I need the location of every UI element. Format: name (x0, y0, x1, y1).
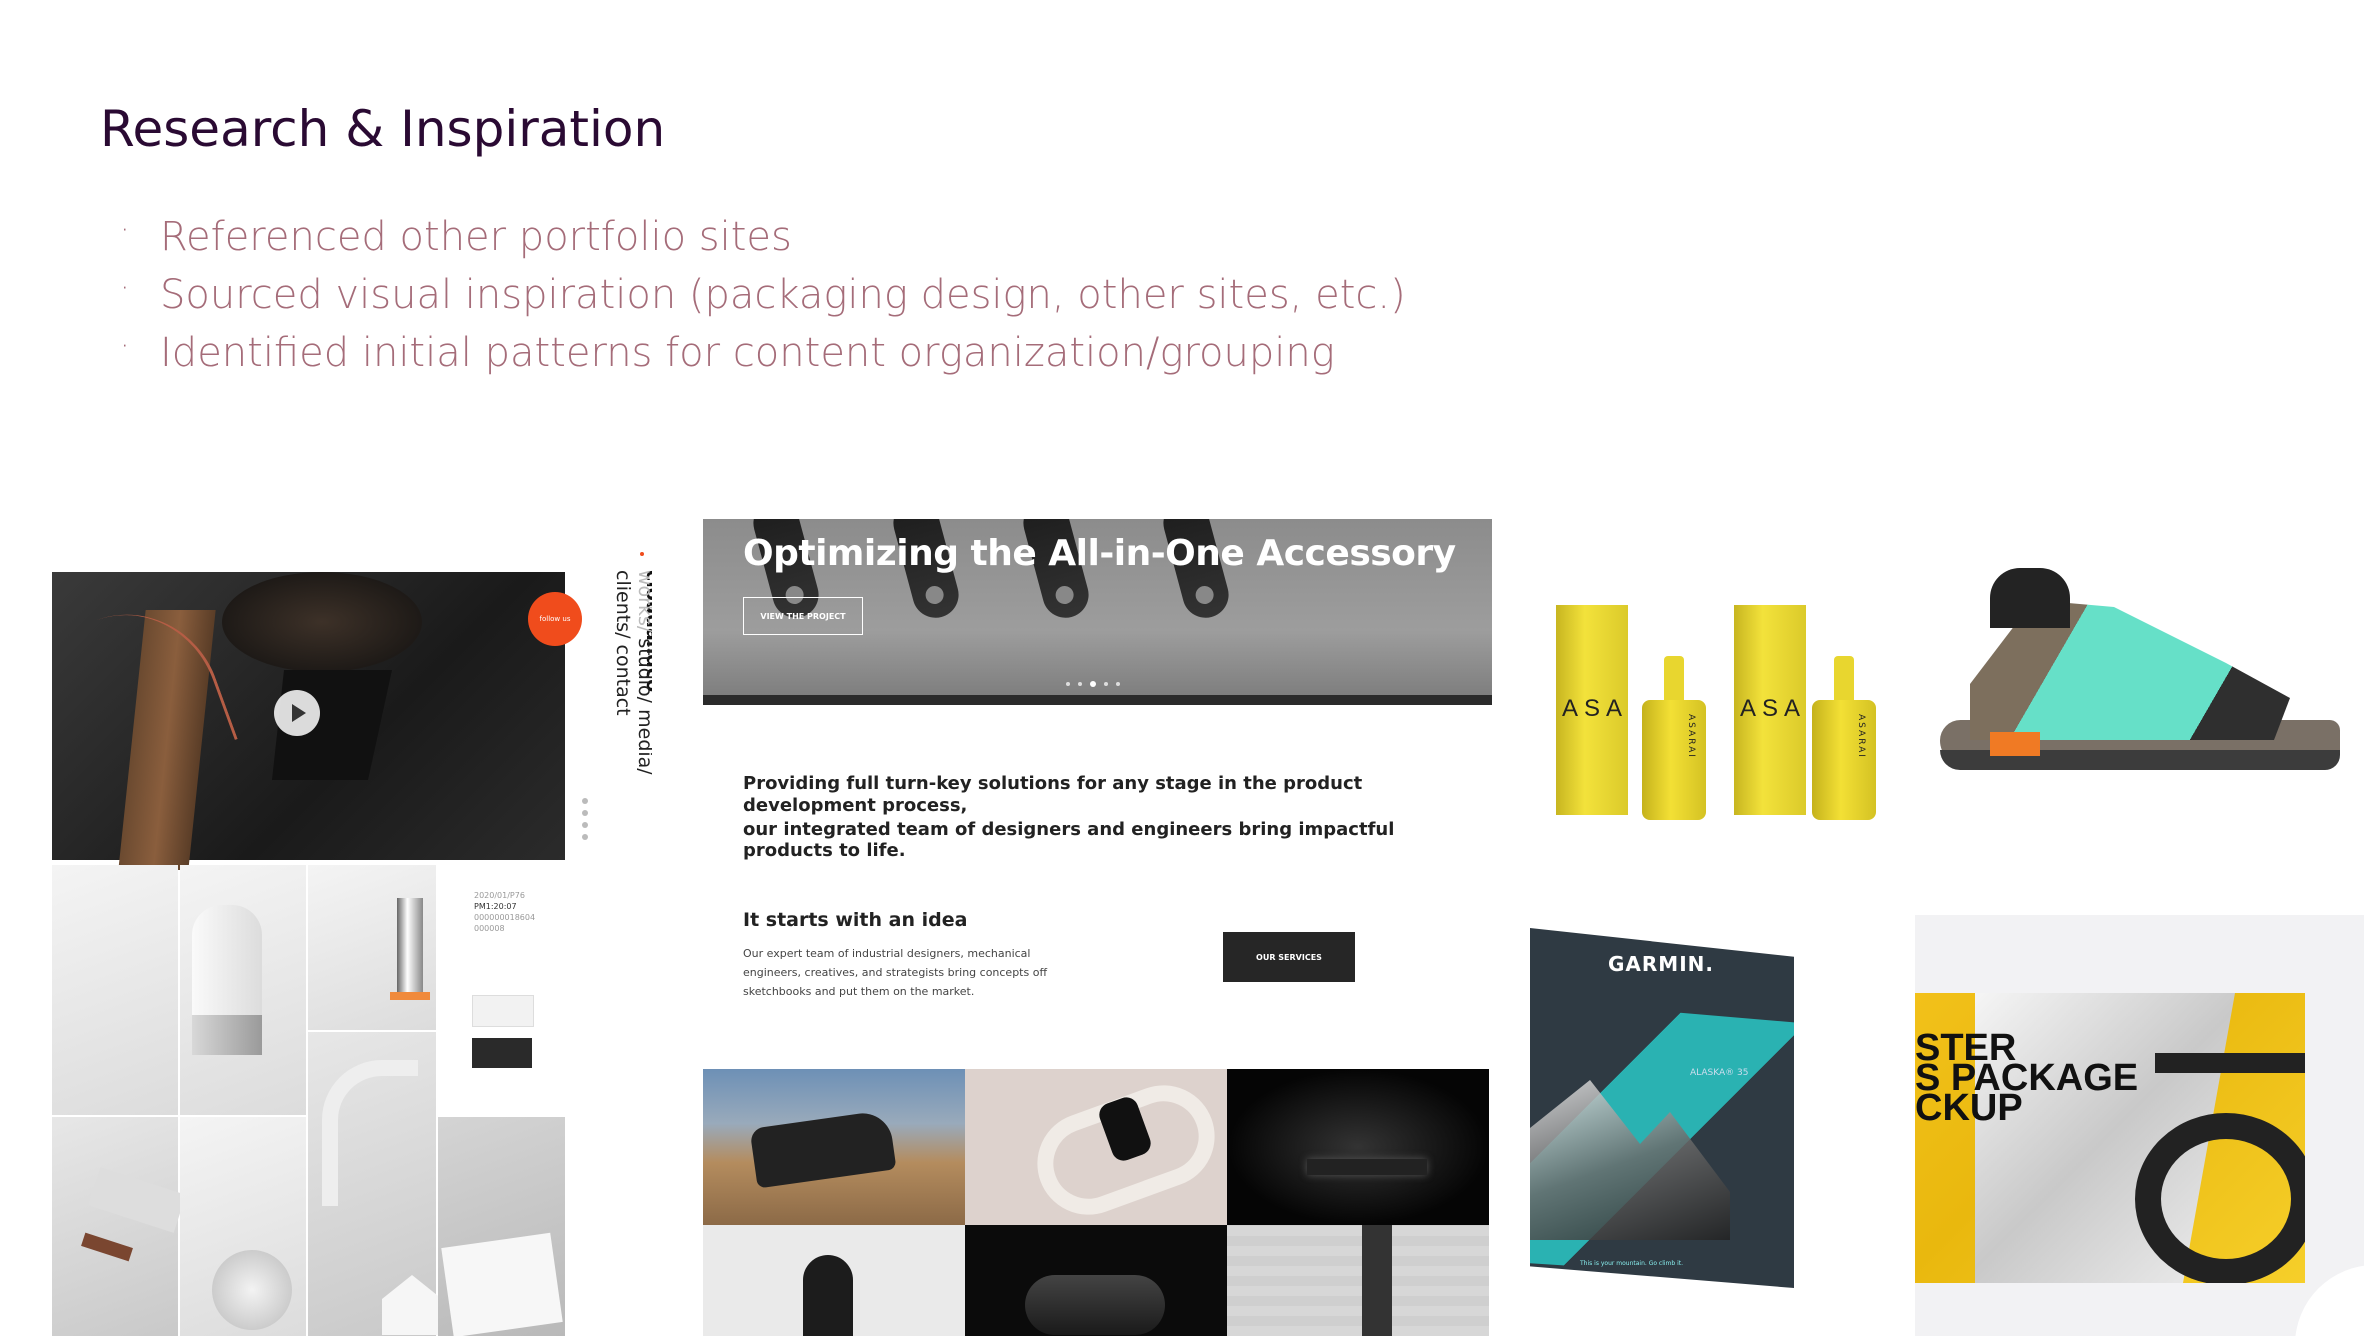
bullet-list: Referenced other portfolio sites Sourced… (120, 202, 1406, 382)
play-icon[interactable] (274, 690, 320, 736)
tumblr-icon[interactable] (582, 822, 588, 828)
optimizing-screenshot: Optimizing the All-in-One Accessory VIEW… (703, 519, 1492, 1336)
asarai-tube: ASA (1556, 605, 1628, 815)
asarai-bottle: ASARAI (1642, 656, 1706, 820)
carousel-dots (1066, 681, 1120, 687)
project-tile-mic[interactable] (703, 1225, 965, 1336)
garmin-packaging-image: GARMIN. ALASKA® 35 This is your mountain… (1490, 900, 1850, 1336)
product-tile[interactable] (52, 865, 178, 1115)
facebook-icon[interactable] (582, 798, 588, 804)
view-project-button[interactable]: VIEW THE PROJECT (743, 597, 863, 635)
bottle-label: ASARAI (1856, 714, 1866, 759)
carousel-dot[interactable] (1066, 682, 1070, 686)
tube-label: ASA (1740, 695, 1807, 722)
social-icons (582, 798, 590, 858)
project-tile-truck[interactable] (703, 1069, 965, 1225)
meta-line: PM1:20:07 (474, 902, 517, 911)
section-heading: It starts with an idea (743, 909, 968, 931)
garmin-footer: This is your mountain. Go climb it. (1580, 1260, 1684, 1267)
follow-button[interactable]: follow us (528, 592, 582, 646)
handwritten-card-image (441, 1232, 563, 1336)
twitter-icon[interactable] (582, 810, 588, 816)
asarai-tube: ASA (1734, 605, 1806, 815)
blister-graphic-bar (2155, 1053, 2305, 1073)
blister-package-mockup-image: STER S PACKAGE CKUP (1915, 915, 2364, 1336)
asarai-packaging-image: ASA ASARAI ASA ASARAI (1550, 585, 1880, 825)
accent-dot (640, 552, 644, 556)
blister-graphic-ring (2135, 1113, 2305, 1283)
bottle-label: ASARAI (1686, 714, 1696, 759)
cloudandco-screenshot: follow us cloudandco works/ studio/ medi… (52, 540, 652, 1336)
garmin-logo: GARMIN. (1608, 952, 1714, 976)
bullet-item: Sourced visual inspiration (packaging de… (120, 260, 1406, 324)
lamp-image (322, 1060, 418, 1206)
hero-bottom-bar (703, 695, 1492, 705)
bullet-item: Referenced other portfolio sites (120, 202, 1406, 266)
asarai-bottle: ASARAI (1812, 656, 1876, 820)
shoe-orange-accent (1990, 732, 2040, 756)
tagline-line-2: our integrated team of designers and eng… (743, 819, 1395, 861)
vertical-nav: cloudandco works/ studio/ media/ clients… (612, 570, 652, 790)
meta-line: 000008 (474, 924, 505, 933)
chrome-base-image (390, 992, 430, 1000)
hiking-shoe-image (1930, 560, 2350, 825)
slide-corner (2295, 1265, 2364, 1336)
garmin-product-name: ALASKA® 35 (1690, 1068, 1749, 1078)
project-tile-fitness-band[interactable] (965, 1069, 1227, 1225)
meta-line: 000000018604 (474, 913, 536, 922)
tube-label: ASA (1562, 695, 1629, 722)
section-body: Our expert team of industrial designers,… (743, 947, 1048, 998)
pinterest-icon[interactable] (582, 834, 588, 840)
project-tile-headset[interactable] (965, 1225, 1227, 1336)
bottle-glass-image (192, 1015, 262, 1055)
project-tile-device[interactable] (1227, 1069, 1489, 1225)
nav-links[interactable]: works/ studio/ media/ clients/ contact (612, 570, 652, 790)
hand-image (222, 572, 422, 672)
tagline-line-1: Providing full turn-key solutions for an… (743, 773, 1363, 816)
slide-title: Research & Inspiration (100, 100, 666, 158)
carousel-dot[interactable] (1078, 682, 1082, 686)
blister-text: STER S PACKAGE CKUP (1915, 1027, 2139, 1129)
swatch-dark[interactable] (472, 1038, 532, 1068)
chrome-object-image (397, 898, 423, 993)
swatch-light[interactable] (472, 995, 534, 1027)
project-tile-scooter[interactable] (1227, 1225, 1489, 1336)
carousel-dot[interactable] (1116, 682, 1120, 686)
shoe-collar (1990, 568, 2070, 628)
hero-title: Optimizing the All-in-One Accessory (743, 533, 1456, 574)
meta-line: 2020/01/P76 (474, 891, 525, 900)
cylinder-image (212, 1250, 292, 1330)
nav-link-works[interactable]: works/ (634, 570, 652, 632)
carousel-dot[interactable] (1104, 682, 1108, 686)
our-services-button[interactable]: OUR SERVICES (1223, 932, 1355, 982)
carousel-dot-active[interactable] (1090, 681, 1096, 687)
blister-pack: STER S PACKAGE CKUP (1915, 993, 2305, 1283)
bullet-item: Identified initial patterns for content … (120, 318, 1406, 382)
meta-text: 2020/01/P76 PM1:20:07 000000018604 00000… (474, 890, 535, 934)
